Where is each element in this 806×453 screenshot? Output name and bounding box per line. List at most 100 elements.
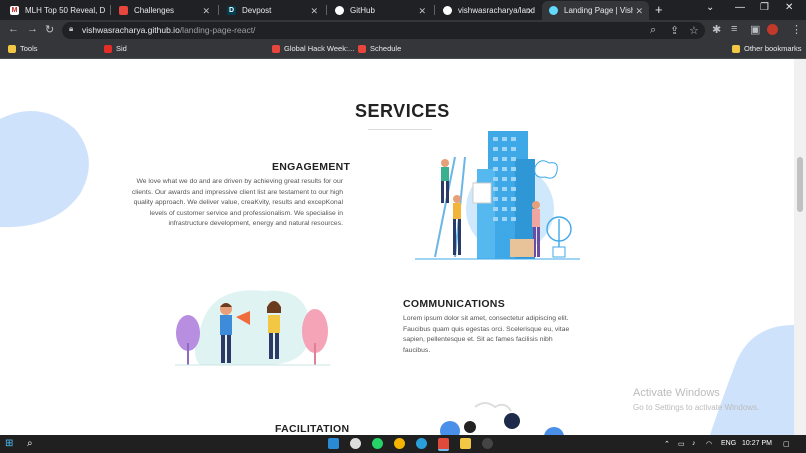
tab-mlh[interactable]: M MLH Top 50 Reveal, D bbox=[3, 1, 107, 20]
tab-divider bbox=[110, 5, 111, 15]
text-line: We love what we do and are driven by ach… bbox=[136, 178, 343, 185]
address-bar[interactable]: 🔒︎ vishwasracharya.github.io/landing-pag… bbox=[62, 22, 705, 39]
bookmark-label: Tools bbox=[20, 44, 38, 53]
clock[interactable]: 10:27 PM bbox=[742, 440, 772, 447]
tab-challenges[interactable]: Challenges ✕ bbox=[112, 1, 216, 20]
page-viewport: SERVICES ENGAGEMENT We love what we do a… bbox=[0, 59, 794, 435]
tab-label: MLH Top 50 Reveal, D bbox=[25, 6, 106, 15]
github-icon bbox=[443, 6, 452, 15]
engagement-text: We love what we do and are driven by ach… bbox=[83, 177, 343, 230]
minimize-icon[interactable]: — bbox=[735, 2, 745, 13]
bookmark-star-icon[interactable]: ☆ bbox=[689, 24, 699, 37]
menu-icon[interactable]: ⋮ bbox=[791, 23, 802, 36]
tab-github[interactable]: GitHub ✕ bbox=[328, 1, 432, 20]
battery-icon[interactable]: ▭ bbox=[678, 440, 685, 448]
bookmark-global-hack-week[interactable]: Global Hack Week:... bbox=[272, 44, 354, 53]
page-title: SERVICES bbox=[355, 101, 450, 121]
file-explorer-icon[interactable] bbox=[460, 438, 471, 449]
bookmark-label: Other bookmarks bbox=[744, 44, 802, 53]
extensions-icon[interactable]: ✱ bbox=[712, 23, 721, 36]
close-window-icon[interactable]: ✕ bbox=[785, 2, 793, 13]
reload-icon[interactable]: ↻ bbox=[45, 23, 54, 36]
challenges-icon bbox=[119, 6, 128, 15]
zoom-icon[interactable]: ⌕ bbox=[650, 24, 656, 37]
activate-windows-hint: Go to Settings to activate Windows. bbox=[633, 403, 760, 412]
bookmarks-bar: Tools Sid Global Hack Week:... Schedule … bbox=[0, 41, 806, 59]
share-icon[interactable]: ⇪ bbox=[670, 24, 679, 37]
text-line: Lorem ipsum dolor sit amet, consectetur … bbox=[403, 315, 569, 322]
app-icon[interactable] bbox=[482, 438, 493, 449]
text-line: sapien, pellentesque et. Sit ac fames fa… bbox=[403, 336, 553, 344]
bookmark-label: Schedule bbox=[370, 44, 402, 53]
telegram-icon[interactable] bbox=[416, 438, 427, 449]
engagement-illustration bbox=[415, 131, 580, 260]
active-chrome-icon[interactable] bbox=[438, 438, 449, 451]
text-line: Faucibus quam quis egestas orci. Sceleri… bbox=[403, 325, 570, 333]
text-line: quality approach. We deliver value, crea… bbox=[133, 199, 343, 207]
communications-illustration bbox=[175, 290, 330, 366]
search-icon[interactable]: ⌕ bbox=[27, 438, 33, 449]
tab-label: Challenges bbox=[134, 6, 175, 15]
chrome-profile-icon[interactable] bbox=[394, 438, 405, 449]
challenges-icon bbox=[272, 44, 280, 53]
close-tab-icon[interactable]: ✕ bbox=[202, 6, 210, 17]
gmail-icon: M bbox=[10, 6, 19, 15]
tab-label: GitHub bbox=[350, 6, 375, 15]
bookmark-schedule[interactable]: Schedule bbox=[358, 44, 401, 53]
windows-start-icon[interactable]: ⊞ bbox=[5, 438, 13, 449]
github-icon bbox=[335, 6, 344, 15]
tab-label: Landing Page | Vishw bbox=[564, 6, 642, 15]
whatsapp-icon[interactable] bbox=[372, 438, 383, 449]
tab-divider bbox=[434, 5, 435, 15]
url-path: /landing-page-react/ bbox=[179, 25, 256, 35]
close-tab-icon[interactable]: ✕ bbox=[526, 6, 534, 17]
text-line: faucibus. bbox=[403, 346, 431, 354]
close-tab-icon[interactable]: ✕ bbox=[310, 6, 318, 17]
chrome-icon[interactable] bbox=[350, 438, 361, 449]
right-blob-shape bbox=[710, 325, 794, 435]
network-icon[interactable]: ◠ bbox=[706, 440, 712, 448]
lock-icon[interactable]: 🔒︎ bbox=[69, 24, 73, 34]
restore-icon[interactable]: ❐ bbox=[760, 2, 769, 13]
back-icon[interactable]: ← bbox=[8, 23, 19, 35]
devpost-icon: D bbox=[227, 6, 236, 15]
notifications-icon[interactable]: ▢ bbox=[783, 440, 790, 448]
communications-heading: COMMUNICATIONS bbox=[403, 298, 505, 310]
url-host: vishwasracharya.github.io bbox=[82, 25, 180, 35]
avatar[interactable] bbox=[767, 24, 778, 35]
bookmark-tools[interactable]: Tools bbox=[8, 44, 38, 53]
react-icon bbox=[549, 6, 558, 15]
volume-icon[interactable]: ♪ bbox=[692, 440, 696, 447]
bookmark-other[interactable]: Other bookmarks bbox=[732, 44, 802, 53]
scrollbar-thumb[interactable] bbox=[797, 157, 803, 212]
engagement-heading: ENGAGEMENT bbox=[272, 161, 351, 173]
media-icon[interactable]: ≡ bbox=[731, 23, 737, 35]
tray-overflow-icon[interactable]: ⌃ bbox=[664, 440, 670, 448]
text-line: levels of customer service and professio… bbox=[149, 209, 343, 217]
close-tab-icon[interactable]: ✕ bbox=[418, 6, 426, 17]
sidepanel-icon[interactable]: ▣ bbox=[750, 23, 760, 36]
vscode-icon[interactable] bbox=[328, 438, 339, 449]
challenges-icon bbox=[358, 44, 366, 53]
browser-toolbar: ← → ↻ 🔒︎ vishwasracharya.github.io/landi… bbox=[0, 20, 806, 41]
windows-taskbar: ⊞ ⌕ ⌃ ▭ ♪ ◠ ENG 10:27 PM ▢ bbox=[0, 435, 806, 453]
tab-search-icon[interactable]: ⌄ bbox=[706, 2, 714, 13]
close-tab-icon[interactable]: ✕ bbox=[633, 6, 643, 17]
language-indicator[interactable]: ENG bbox=[721, 440, 736, 447]
tab-repo[interactable]: vishwasracharya/land ✕ bbox=[436, 1, 540, 20]
new-tab-icon[interactable]: + bbox=[655, 2, 663, 17]
folder-icon bbox=[8, 44, 16, 53]
url-text: vishwasracharya.github.io/landing-page-r… bbox=[82, 25, 255, 35]
left-blob-shape bbox=[0, 111, 89, 228]
bookmark-sid[interactable]: Sid bbox=[104, 44, 127, 53]
youtube-icon bbox=[104, 44, 112, 53]
communications-text: Lorem ipsum dolor sit amet, consectetur … bbox=[403, 314, 623, 356]
tab-devpost[interactable]: D Devpost ✕ bbox=[220, 1, 324, 20]
tab-label: Devpost bbox=[242, 6, 272, 15]
tab-label: vishwasracharya/land bbox=[458, 6, 535, 15]
tab-landing-page[interactable]: Landing Page | Vishw ✕ bbox=[542, 1, 649, 20]
activate-windows-title: Activate Windows bbox=[633, 387, 720, 399]
facilitation-illustration bbox=[440, 402, 564, 435]
forward-icon[interactable]: → bbox=[27, 23, 38, 35]
page-scrollbar[interactable] bbox=[794, 59, 806, 435]
